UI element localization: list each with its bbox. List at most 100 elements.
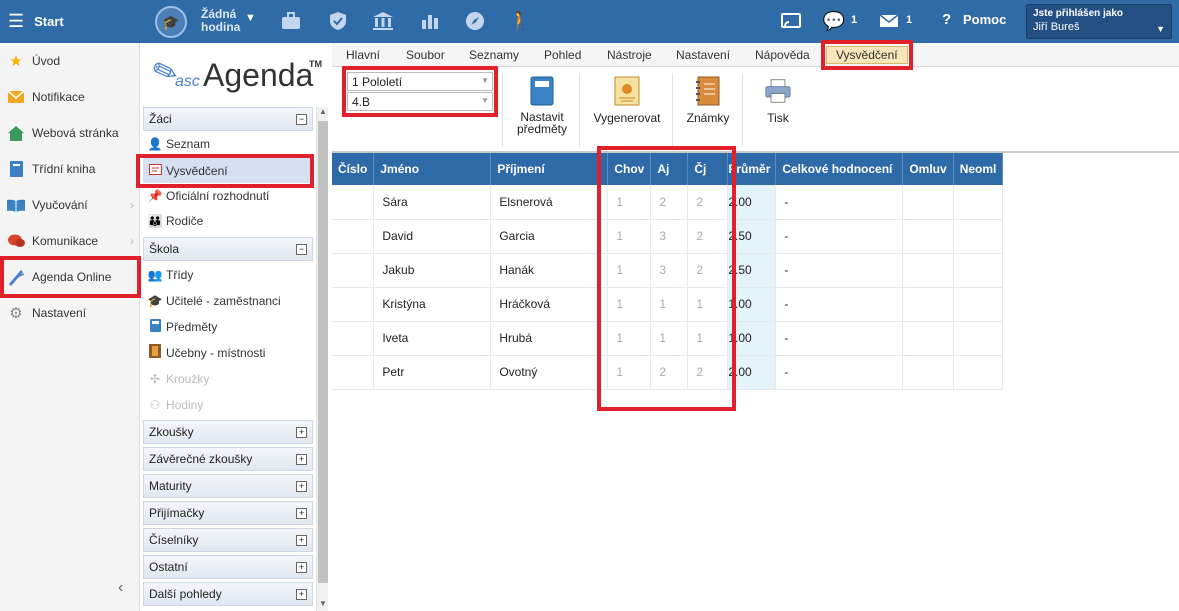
cell-celkove-hodnoceni[interactable]: - bbox=[775, 355, 904, 390]
cell-aj[interactable]: 1 bbox=[650, 287, 689, 322]
cell-celkove-hodnoceni[interactable]: - bbox=[775, 185, 904, 220]
nav-item-vyucovani[interactable]: Vyučování › bbox=[0, 187, 140, 223]
tree-section-zaci[interactable]: Žáci − bbox=[143, 107, 313, 131]
scroll-up-arrow-icon[interactable]: ▲ bbox=[317, 107, 329, 119]
cell-cj[interactable]: 2 bbox=[687, 219, 729, 254]
menu-soubor[interactable]: Soubor bbox=[406, 48, 445, 62]
set-subjects-button[interactable]: Nastavit předměty bbox=[512, 75, 572, 135]
expand-toggle-icon[interactable]: + bbox=[296, 508, 307, 519]
column-header-neoml[interactable]: Neoml bbox=[953, 153, 1004, 185]
tree-item-oficialni-rozhodnuti[interactable]: 📌 Oficiální rozhodnutí bbox=[143, 183, 313, 208]
menu-nastroje[interactable]: Nástroje bbox=[607, 48, 652, 62]
table-row[interactable]: Jakub Hanák 1 3 2 2.50 - bbox=[332, 253, 1004, 288]
column-header-celkove-hodnoceni[interactable]: Celkové hodnocení bbox=[775, 153, 904, 185]
nav-item-webova-stranka[interactable]: Webová stránka bbox=[0, 115, 140, 151]
expand-toggle-icon[interactable]: + bbox=[296, 427, 307, 438]
cast-screen-icon[interactable] bbox=[780, 9, 802, 33]
cell-cj[interactable]: 2 bbox=[687, 253, 729, 288]
nav-item-notifikace[interactable]: Notifikace bbox=[0, 79, 140, 115]
cell-cj[interactable]: 2 bbox=[687, 355, 729, 390]
collapse-toggle-icon[interactable]: − bbox=[296, 114, 307, 125]
cell-chov[interactable]: 1 bbox=[607, 355, 652, 390]
cell-neoml[interactable] bbox=[953, 355, 1004, 390]
column-header-cj[interactable]: Čj bbox=[687, 153, 729, 185]
tree-item-ucebny[interactable]: Učebny - místnosti bbox=[143, 340, 313, 365]
compass-icon[interactable] bbox=[464, 9, 486, 33]
menu-pohled[interactable]: Pohled bbox=[544, 48, 581, 62]
cell-chov[interactable]: 1 bbox=[607, 219, 652, 254]
chat-icon[interactable]: 💬 bbox=[823, 9, 845, 33]
cell-jmeno[interactable]: David bbox=[373, 219, 492, 254]
column-header-jmeno[interactable]: Jméno bbox=[373, 153, 492, 185]
cell-cislo[interactable] bbox=[332, 287, 375, 322]
cell-aj[interactable]: 1 bbox=[650, 321, 689, 356]
tree-item-tridy[interactable]: 👥 Třídy bbox=[143, 262, 313, 287]
column-header-prumer[interactable]: Průměr bbox=[727, 153, 777, 185]
cell-neoml[interactable] bbox=[953, 287, 1004, 322]
menu-napoveda[interactable]: Nápověda bbox=[755, 48, 810, 62]
cell-cj[interactable]: 1 bbox=[687, 287, 729, 322]
period-select[interactable]: 1 Pololetí ▼ bbox=[347, 72, 493, 91]
cell-prijmeni[interactable]: Elsnerová bbox=[490, 185, 609, 220]
nav-item-komunikace[interactable]: Komunikace › bbox=[0, 223, 140, 259]
cell-chov[interactable]: 1 bbox=[607, 253, 652, 288]
cell-aj[interactable]: 2 bbox=[650, 355, 689, 390]
user-menu[interactable]: Jste přihlášen jako Jiří Bureš ▼ bbox=[1026, 4, 1172, 39]
cell-prijmeni[interactable]: Hráčková bbox=[490, 287, 609, 322]
cell-aj[interactable]: 2 bbox=[650, 185, 689, 220]
tree-section-maturity[interactable]: Maturity + bbox=[143, 474, 313, 498]
cell-neoml[interactable] bbox=[953, 253, 1004, 288]
menu-nastaveni[interactable]: Nastavení bbox=[676, 48, 730, 62]
cell-omluv[interactable] bbox=[902, 185, 954, 220]
help-label[interactable]: Pomoc bbox=[963, 12, 1006, 27]
briefcase-icon[interactable] bbox=[280, 9, 302, 33]
cell-jmeno[interactable]: Sára bbox=[373, 185, 492, 220]
cell-chov[interactable]: 1 bbox=[607, 185, 652, 220]
cell-cislo[interactable] bbox=[332, 321, 375, 356]
grades-button[interactable]: Známky bbox=[682, 75, 734, 125]
graduation-cap-icon[interactable]: 🎓 bbox=[155, 6, 187, 38]
menu-hlavni[interactable]: Hlavní bbox=[346, 48, 380, 62]
tree-section-prijimacky[interactable]: Přijímačky + bbox=[143, 501, 313, 525]
cell-celkove-hodnoceni[interactable]: - bbox=[775, 253, 904, 288]
cell-cislo[interactable] bbox=[332, 355, 375, 390]
cell-prijmeni[interactable]: Hrubá bbox=[490, 321, 609, 356]
scrollbar-thumb[interactable] bbox=[318, 121, 328, 583]
nav-item-uvod[interactable]: ★ Úvod bbox=[0, 43, 140, 79]
shield-icon[interactable] bbox=[327, 9, 349, 33]
tree-section-zkousky[interactable]: Zkoušky + bbox=[143, 420, 313, 444]
collapse-sidebar-icon[interactable]: ‹ bbox=[118, 579, 123, 597]
cell-celkove-hodnoceni[interactable]: - bbox=[775, 287, 904, 322]
expand-toggle-icon[interactable]: + bbox=[296, 481, 307, 492]
bar-chart-icon[interactable] bbox=[419, 9, 441, 33]
table-row[interactable]: Sára Elsnerová 1 2 2 2.00 - bbox=[332, 185, 1004, 220]
cell-celkove-hodnoceni[interactable]: - bbox=[775, 321, 904, 356]
tree-scrollbar[interactable]: ▲ ▼ bbox=[316, 107, 328, 611]
class-select[interactable]: 4.B ▼ bbox=[347, 92, 493, 111]
table-row[interactable]: Iveta Hrubá 1 1 1 1.00 - bbox=[332, 321, 1004, 356]
tree-section-ostatni[interactable]: Ostatní + bbox=[143, 555, 313, 579]
cell-neoml[interactable] bbox=[953, 321, 1004, 356]
expand-toggle-icon[interactable]: + bbox=[296, 562, 307, 573]
cell-cj[interactable]: 2 bbox=[687, 185, 729, 220]
cell-cislo[interactable] bbox=[332, 185, 375, 220]
print-button[interactable]: Tisk bbox=[752, 75, 804, 125]
cell-aj[interactable]: 3 bbox=[650, 219, 689, 254]
cell-aj[interactable]: 3 bbox=[650, 253, 689, 288]
current-hour-selector[interactable]: Žádná hodina bbox=[201, 8, 240, 34]
cell-omluv[interactable] bbox=[902, 355, 954, 390]
expand-toggle-icon[interactable]: + bbox=[296, 535, 307, 546]
generate-button[interactable]: Vygenerovat bbox=[590, 75, 664, 125]
tree-section-skola[interactable]: Škola − bbox=[143, 237, 313, 261]
nav-item-agenda-online[interactable]: Agenda Online bbox=[0, 259, 140, 295]
nav-item-tridni-kniha[interactable]: Třídní kniha bbox=[0, 151, 140, 187]
walking-person-icon[interactable]: 🚶 bbox=[509, 9, 531, 33]
cell-jmeno[interactable]: Iveta bbox=[373, 321, 492, 356]
cell-chov[interactable]: 1 bbox=[607, 287, 652, 322]
chevron-down-icon[interactable]: ▼ bbox=[245, 12, 256, 24]
tree-item-seznam[interactable]: 👤 Seznam bbox=[143, 131, 313, 156]
cell-cislo[interactable] bbox=[332, 253, 375, 288]
table-row[interactable]: Petr Ovotný 1 2 2 2.00 - bbox=[332, 355, 1004, 390]
column-header-aj[interactable]: Aj bbox=[650, 153, 689, 185]
cell-jmeno[interactable]: Jakub bbox=[373, 253, 492, 288]
